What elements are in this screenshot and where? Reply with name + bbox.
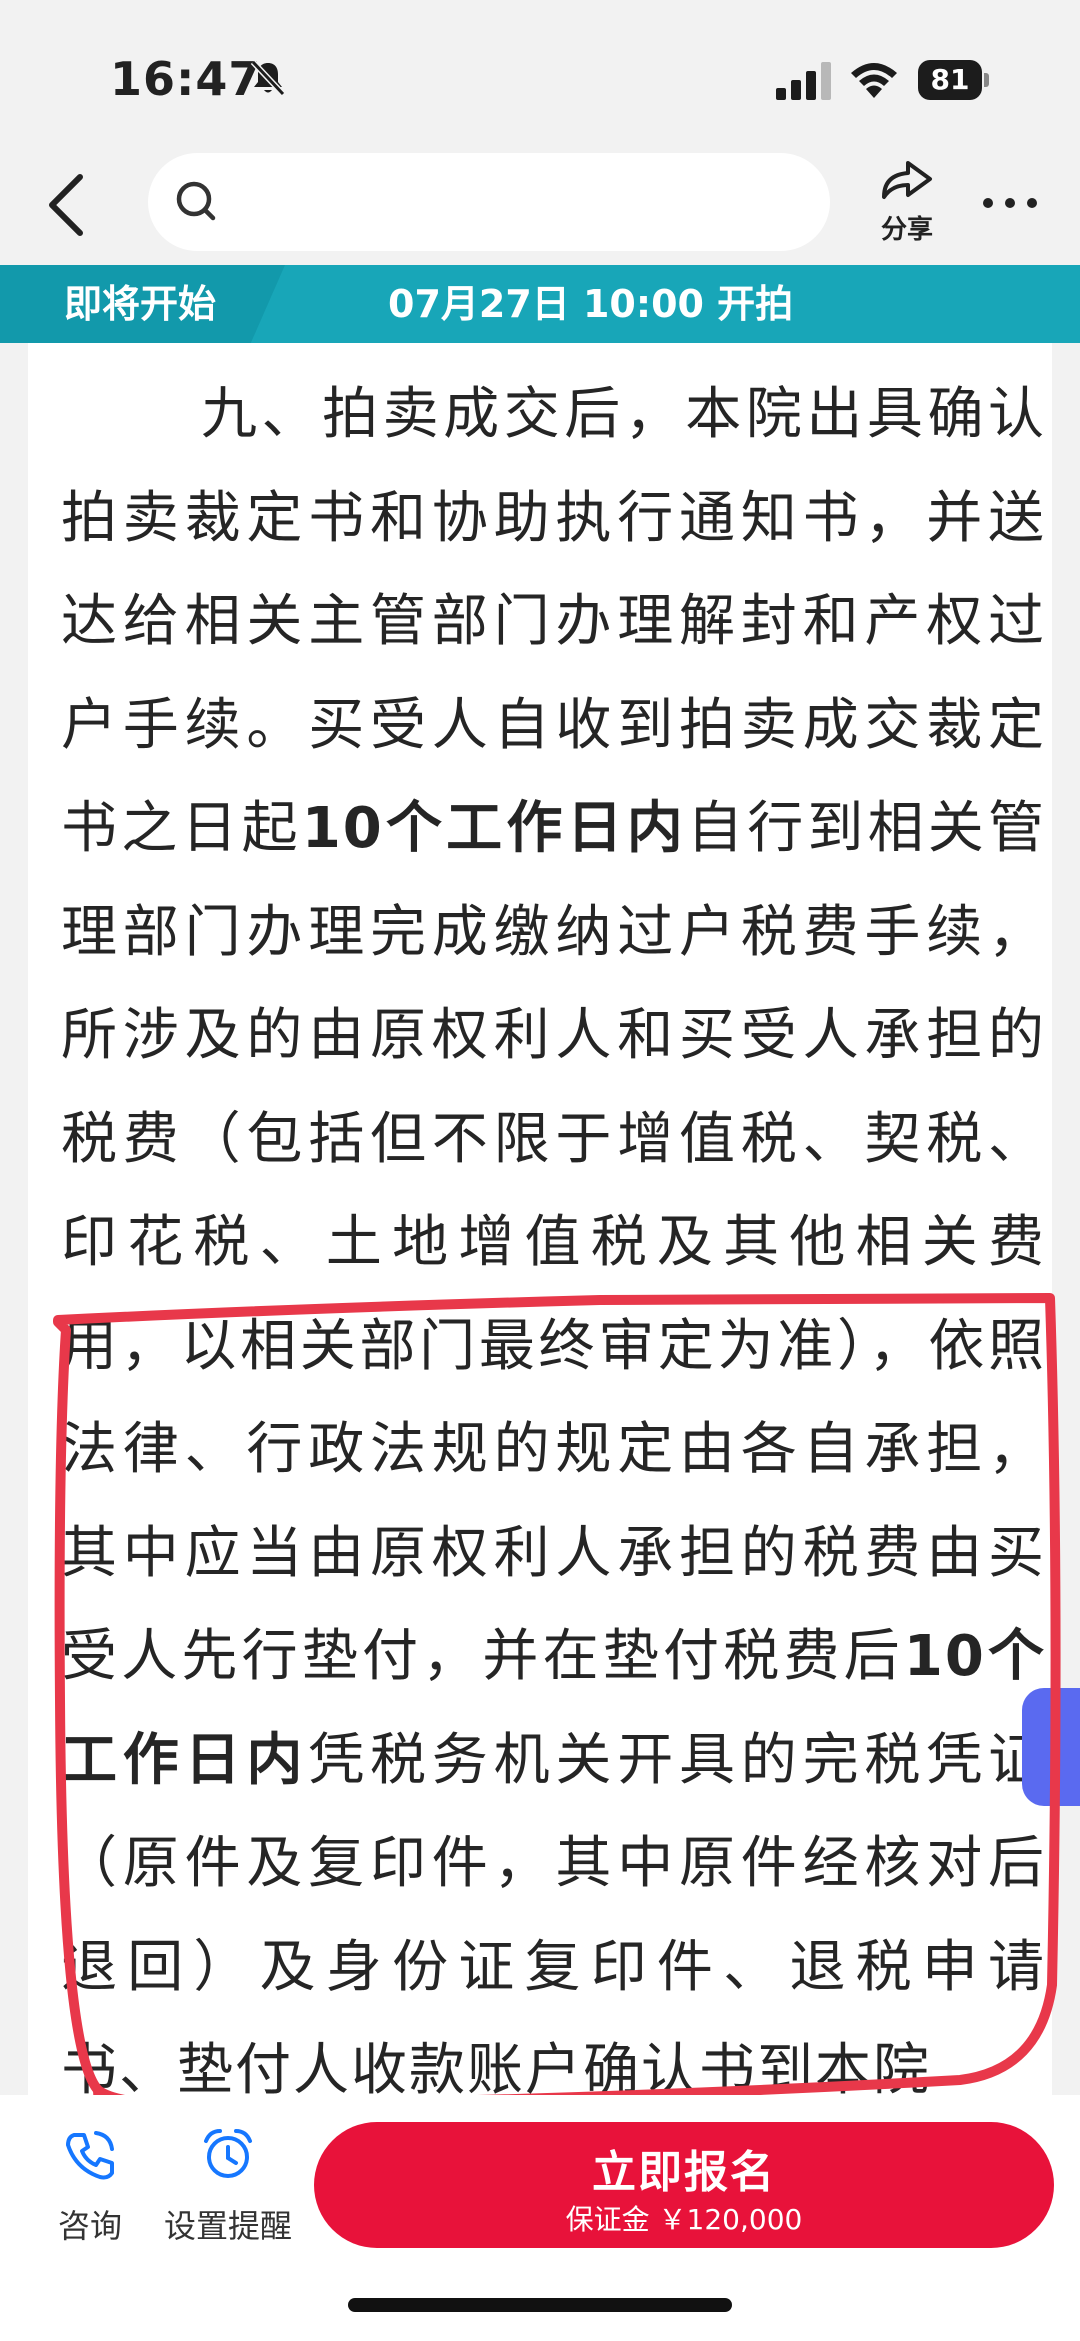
consult-button[interactable]: 咨询 [40,2125,140,2265]
share-button[interactable]: 分享 [872,157,942,249]
register-label: 立即报名 [592,2147,776,2198]
auction-status: 即将开始 [64,282,217,326]
share-label: 分享 [880,215,933,245]
consult-label: 咨询 [57,2207,122,2245]
doc-text-segment: 自行到相关管理部门办理完成缴纳过户税费手续，所涉及的由原权利人和买受人承担的税费… [61,796,1047,1689]
status-bar: 16:47 81 [0,0,1080,145]
status-time: 16:47 [110,52,262,106]
battery-level: 81 [918,60,982,100]
battery-indicator: 81 [918,60,990,100]
auction-start-time: 07月27日 10:00 开拍 [388,282,794,326]
more-options-icon[interactable] [978,175,1042,231]
search-input[interactable] [238,175,798,229]
wifi-icon [851,63,897,98]
document-content: 九、拍卖成交后，本院出具确认拍卖裁定书和协助执行通知书，并送达给相关主管部门办理… [28,343,1052,2095]
screen: 16:47 81 分享 即将开始 07月27日 10:00 开拍 九、拍卖成交后… [0,0,1080,2341]
battery-cap [984,73,989,87]
doc-bold-deadline: 10个工作日内 [301,796,687,861]
search-box[interactable] [148,153,830,251]
doc-text-segment: 九、拍卖成交后，本院出具确认拍卖裁定书和协助执行通知书，并送达给相关主管部门办理… [61,382,1046,861]
bell-muted-icon [250,59,286,97]
deposit-amount: 保证金 ￥120,000 [565,2203,803,2236]
home-indicator[interactable] [348,2298,732,2312]
floating-side-tab[interactable] [1022,1688,1080,1806]
top-nav: 分享 [0,145,1080,265]
back-arrow-icon[interactable] [38,163,102,247]
set-reminder-button[interactable]: 设置提醒 [148,2125,308,2265]
phone-icon [66,2131,114,2180]
signal-icon [776,62,831,100]
alarm-clock-icon [204,2129,252,2178]
register-now-button[interactable]: 立即报名 保证金 ￥120,000 [314,2122,1054,2248]
search-icon [176,181,216,221]
share-arrow-icon [882,161,932,199]
document-paragraph: 九、拍卖成交后，本院出具确认拍卖裁定书和协助执行通知书，并送达给相关主管部门办理… [61,363,1046,2095]
reminder-label: 设置提醒 [163,2207,292,2245]
auction-status-banner: 即将开始 07月27日 10:00 开拍 [0,265,1080,343]
